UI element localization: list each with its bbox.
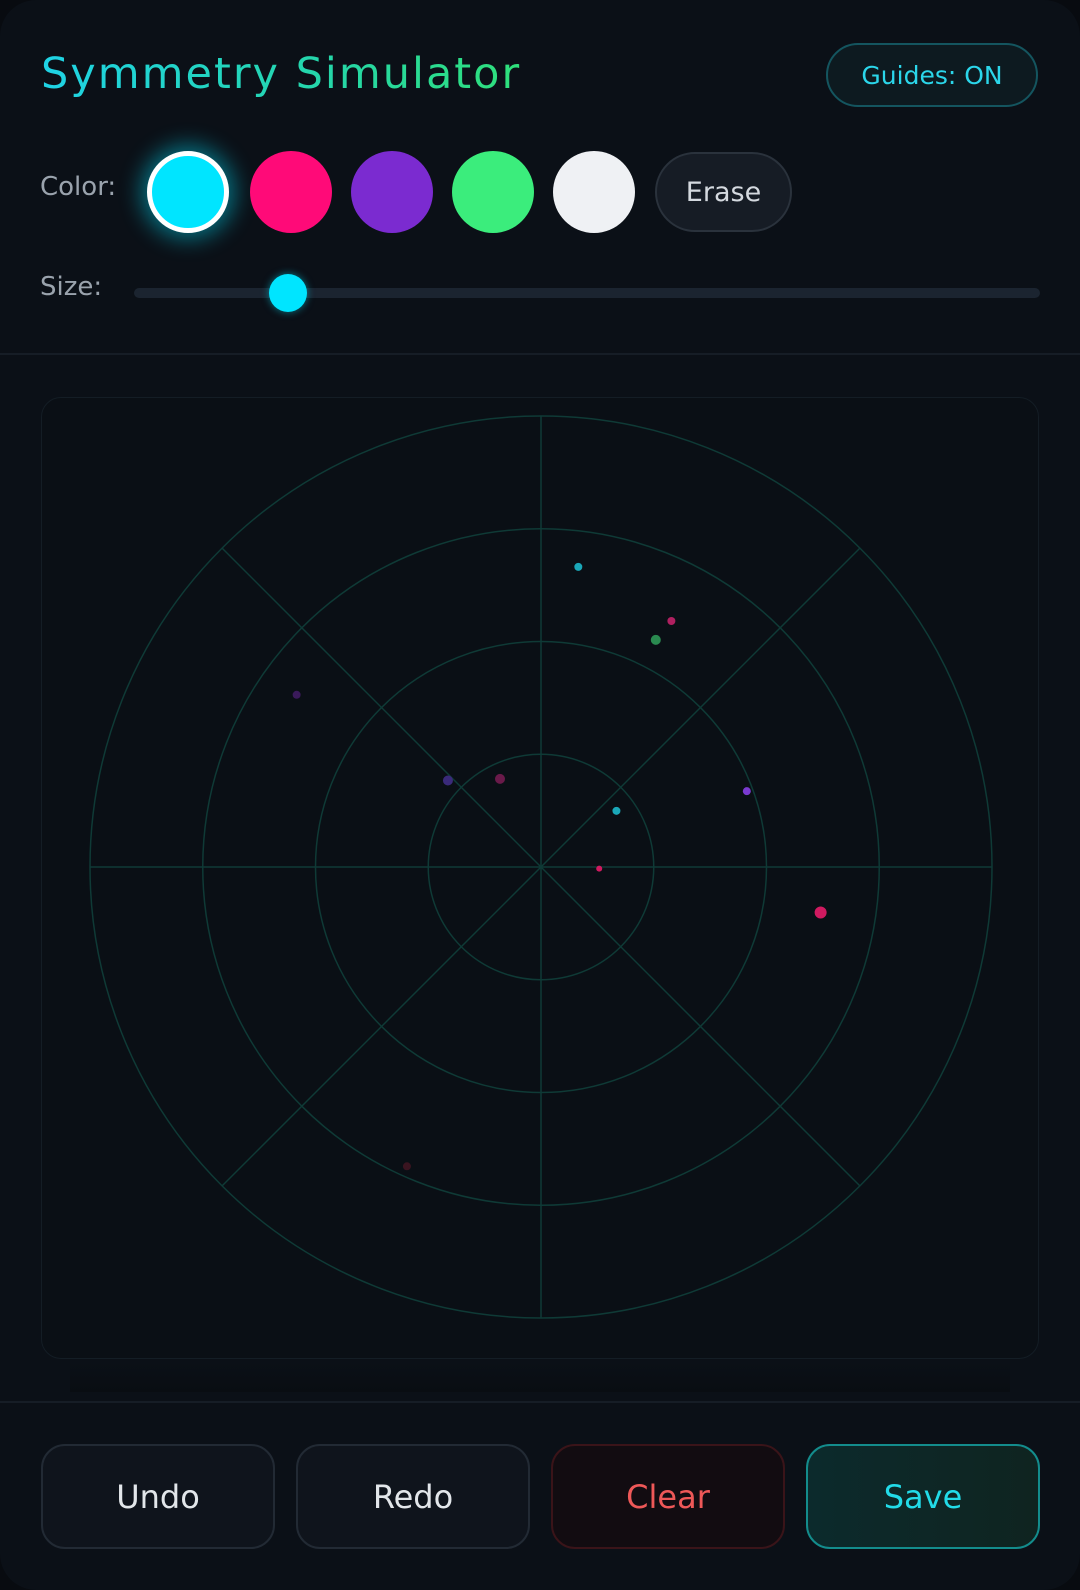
color-swatch-purple[interactable] <box>351 151 433 233</box>
toolbar-divider <box>0 353 1080 355</box>
undo-button[interactable]: Undo <box>41 1444 275 1549</box>
paint-dot <box>495 773 505 784</box>
paint-dot <box>742 787 751 796</box>
paint-dot <box>814 906 827 919</box>
paint-dot <box>650 634 661 645</box>
footer-divider <box>0 1401 1080 1403</box>
redo-button[interactable]: Redo <box>296 1444 530 1549</box>
guides-toggle-button[interactable]: Guides: ON <box>826 43 1038 107</box>
color-swatch-white[interactable] <box>553 151 635 233</box>
paint-dot <box>667 617 676 625</box>
canvas-shadow <box>70 1362 1010 1392</box>
erase-button[interactable]: Erase <box>655 152 792 232</box>
size-slider-thumb[interactable] <box>269 274 308 312</box>
color-swatch-green[interactable] <box>452 151 534 233</box>
paint-dot <box>574 562 583 571</box>
paint-dot <box>442 775 453 786</box>
paint-dot <box>596 865 603 872</box>
save-button[interactable]: Save <box>806 1444 1040 1549</box>
size-label: Size: <box>40 272 103 302</box>
color-label: Color: <box>40 172 117 202</box>
color-swatch-cyan[interactable] <box>147 151 229 233</box>
paint-dot <box>292 690 301 699</box>
app-panel: Symmetry Simulator Guides: ON Color: Era… <box>0 0 1080 1590</box>
symmetry-guides[interactable] <box>42 398 1040 1360</box>
paint-dot <box>612 806 621 815</box>
paint-dot <box>402 1162 411 1171</box>
color-swatch-pink[interactable] <box>250 151 332 233</box>
page-title: Symmetry Simulator <box>41 44 521 104</box>
clear-button[interactable]: Clear <box>551 1444 785 1549</box>
drawing-canvas[interactable] <box>41 397 1039 1359</box>
